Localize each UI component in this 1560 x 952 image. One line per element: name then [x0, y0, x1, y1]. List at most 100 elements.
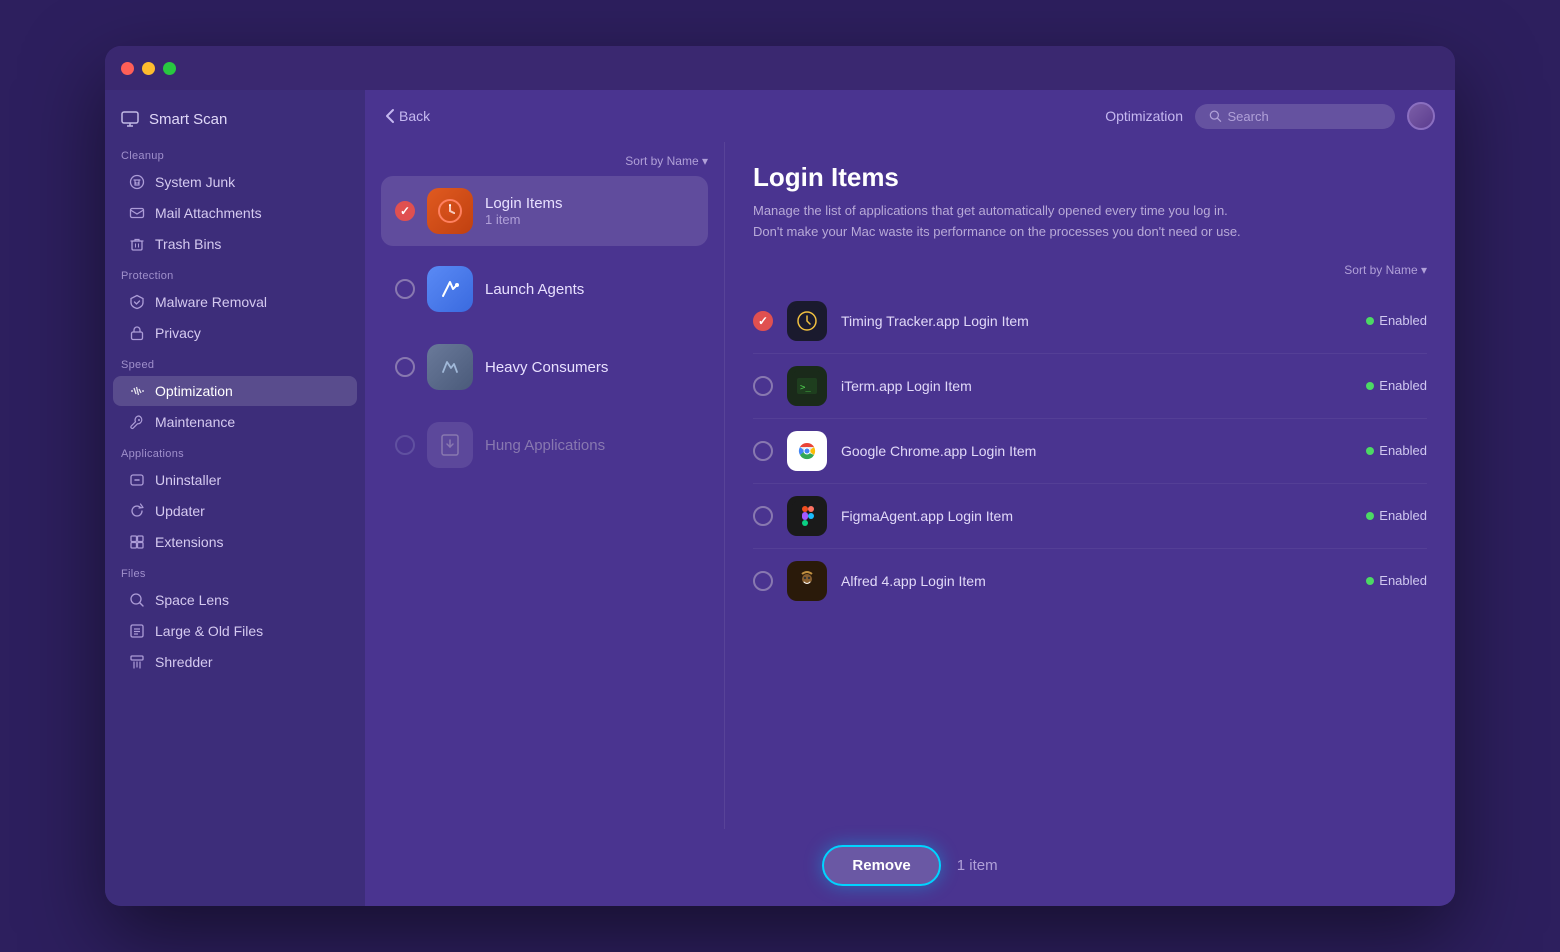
sidebar-item-optimization[interactable]: Optimization — [113, 376, 357, 406]
launch-agents-icon — [427, 266, 473, 312]
timing-dot — [1366, 317, 1374, 325]
alfred-status: Enabled — [1366, 573, 1427, 588]
login-item-row: Google Chrome.app Login Item Enabled — [753, 419, 1427, 484]
extensions-label: Extensions — [155, 534, 223, 550]
hung-applications-icon — [427, 422, 473, 468]
search-input[interactable] — [1228, 109, 1382, 124]
shredder-label: Shredder — [155, 654, 213, 670]
sidebar-item-system-junk[interactable]: System Junk — [113, 167, 357, 197]
timing-icon — [787, 301, 827, 341]
trash-bins-label: Trash Bins — [155, 236, 221, 252]
shredder-icon — [129, 654, 145, 670]
remove-button[interactable]: Remove — [822, 845, 940, 886]
sidebar-item-shredder[interactable]: Shredder — [113, 647, 357, 677]
alfred-dot — [1366, 577, 1374, 585]
search-box[interactable] — [1195, 104, 1395, 129]
radio-iterm[interactable] — [753, 376, 773, 396]
sidebar-item-updater[interactable]: Updater — [113, 496, 357, 526]
radio-figma[interactable] — [753, 506, 773, 526]
login-item-row: >_ iTerm.app Login Item Enabled — [753, 354, 1427, 419]
sidebar-item-large-old-files[interactable]: Large & Old Files — [113, 616, 357, 646]
chrome-dot — [1366, 447, 1374, 455]
sidebar-item-maintenance[interactable]: Maintenance — [113, 407, 357, 437]
maximize-button[interactable] — [163, 62, 176, 75]
maintenance-icon — [129, 414, 145, 430]
main-content-area: Smart Scan Cleanup System Junk Mail Atta — [105, 90, 1455, 906]
alfred-name: Alfred 4.app Login Item — [841, 573, 1352, 589]
radio-chrome[interactable] — [753, 441, 773, 461]
login-items-name: Login Items — [485, 195, 694, 212]
space-lens-label: Space Lens — [155, 592, 229, 608]
avatar[interactable] — [1407, 102, 1435, 130]
back-label: Back — [399, 108, 430, 124]
bottom-bar: Remove 1 item — [365, 829, 1455, 906]
sidebar-item-uninstaller[interactable]: Uninstaller — [113, 465, 357, 495]
uninstaller-label: Uninstaller — [155, 472, 221, 488]
radio-launch-agents[interactable] — [395, 279, 415, 299]
sidebar-item-trash-bins[interactable]: Trash Bins — [113, 229, 357, 259]
malware-icon — [129, 294, 145, 310]
main-header: Back Optimization — [365, 90, 1455, 142]
iterm-status: Enabled — [1366, 378, 1427, 393]
hung-applications-name: Hung Applications — [485, 437, 694, 454]
right-panel: Login Items Manage the list of applicati… — [725, 142, 1455, 829]
optimization-icon — [129, 383, 145, 399]
chrome-name: Google Chrome.app Login Item — [841, 443, 1352, 459]
heavy-consumers-name: Heavy Consumers — [485, 359, 694, 376]
section-speed: Speed — [105, 349, 365, 375]
section-cleanup: Cleanup — [105, 140, 365, 166]
right-sort-bar[interactable]: Sort by Name ▾ — [753, 263, 1427, 277]
login-item-row: Alfred 4.app Login Item Enabled — [753, 549, 1427, 613]
radio-login-items[interactable] — [395, 201, 415, 221]
app-window: Smart Scan Cleanup System Junk Mail Atta — [105, 46, 1455, 906]
page-title: Login Items — [753, 162, 1427, 193]
scan-item-hung-applications[interactable]: Hung Applications — [381, 410, 708, 480]
header-right: Optimization — [1105, 102, 1435, 130]
sidebar-item-malware-removal[interactable]: Malware Removal — [113, 287, 357, 317]
minimize-button[interactable] — [142, 62, 155, 75]
sidebar-item-mail-attachments[interactable]: Mail Attachments — [113, 198, 357, 228]
updater-label: Updater — [155, 503, 205, 519]
launch-agents-name: Launch Agents — [485, 281, 694, 298]
back-button[interactable]: Back — [385, 108, 430, 124]
sidebar-item-smart-scan[interactable]: Smart Scan — [105, 102, 365, 140]
radio-hung-applications[interactable] — [395, 435, 415, 455]
heavy-consumers-info: Heavy Consumers — [485, 359, 694, 376]
scan-item-heavy-consumers[interactable]: Heavy Consumers — [381, 332, 708, 402]
scan-item-launch-agents[interactable]: Launch Agents — [381, 254, 708, 324]
section-protection: Protection — [105, 260, 365, 286]
left-sort-bar[interactable]: Sort by Name ▾ — [381, 154, 708, 168]
radio-timing[interactable] — [753, 311, 773, 331]
page-description: Manage the list of applications that get… — [753, 201, 1253, 243]
timing-status: Enabled — [1366, 313, 1427, 328]
system-junk-label: System Junk — [155, 174, 235, 190]
alfred-icon — [787, 561, 827, 601]
close-button[interactable] — [121, 62, 134, 75]
login-items-icon — [427, 188, 473, 234]
figma-name: FigmaAgent.app Login Item — [841, 508, 1352, 524]
sidebar-item-extensions[interactable]: Extensions — [113, 527, 357, 557]
search-icon — [1209, 109, 1222, 123]
system-junk-icon — [129, 174, 145, 190]
monitor-icon — [121, 110, 139, 128]
sidebar: Smart Scan Cleanup System Junk Mail Atta — [105, 90, 365, 906]
sidebar-item-space-lens[interactable]: Space Lens — [113, 585, 357, 615]
radio-alfred[interactable] — [753, 571, 773, 591]
panels-container: Sort by Name ▾ Login Items — [365, 142, 1455, 829]
space-lens-icon — [129, 592, 145, 608]
scan-item-login-items[interactable]: Login Items 1 item — [381, 176, 708, 246]
chevron-left-icon — [385, 108, 395, 124]
radio-heavy-consumers[interactable] — [395, 357, 415, 377]
iterm-dot — [1366, 382, 1374, 390]
extensions-icon — [129, 534, 145, 550]
optimization-label: Optimization — [155, 383, 233, 399]
sidebar-item-privacy[interactable]: Privacy — [113, 318, 357, 348]
login-item-row: FigmaAgent.app Login Item Enabled — [753, 484, 1427, 549]
section-files: Files — [105, 558, 365, 584]
hung-applications-info: Hung Applications — [485, 437, 694, 454]
timing-name: Timing Tracker.app Login Item — [841, 313, 1352, 329]
title-bar — [105, 46, 1455, 90]
svg-text:>_: >_ — [800, 383, 811, 393]
section-applications: Applications — [105, 438, 365, 464]
login-items-count: 1 item — [485, 212, 694, 227]
